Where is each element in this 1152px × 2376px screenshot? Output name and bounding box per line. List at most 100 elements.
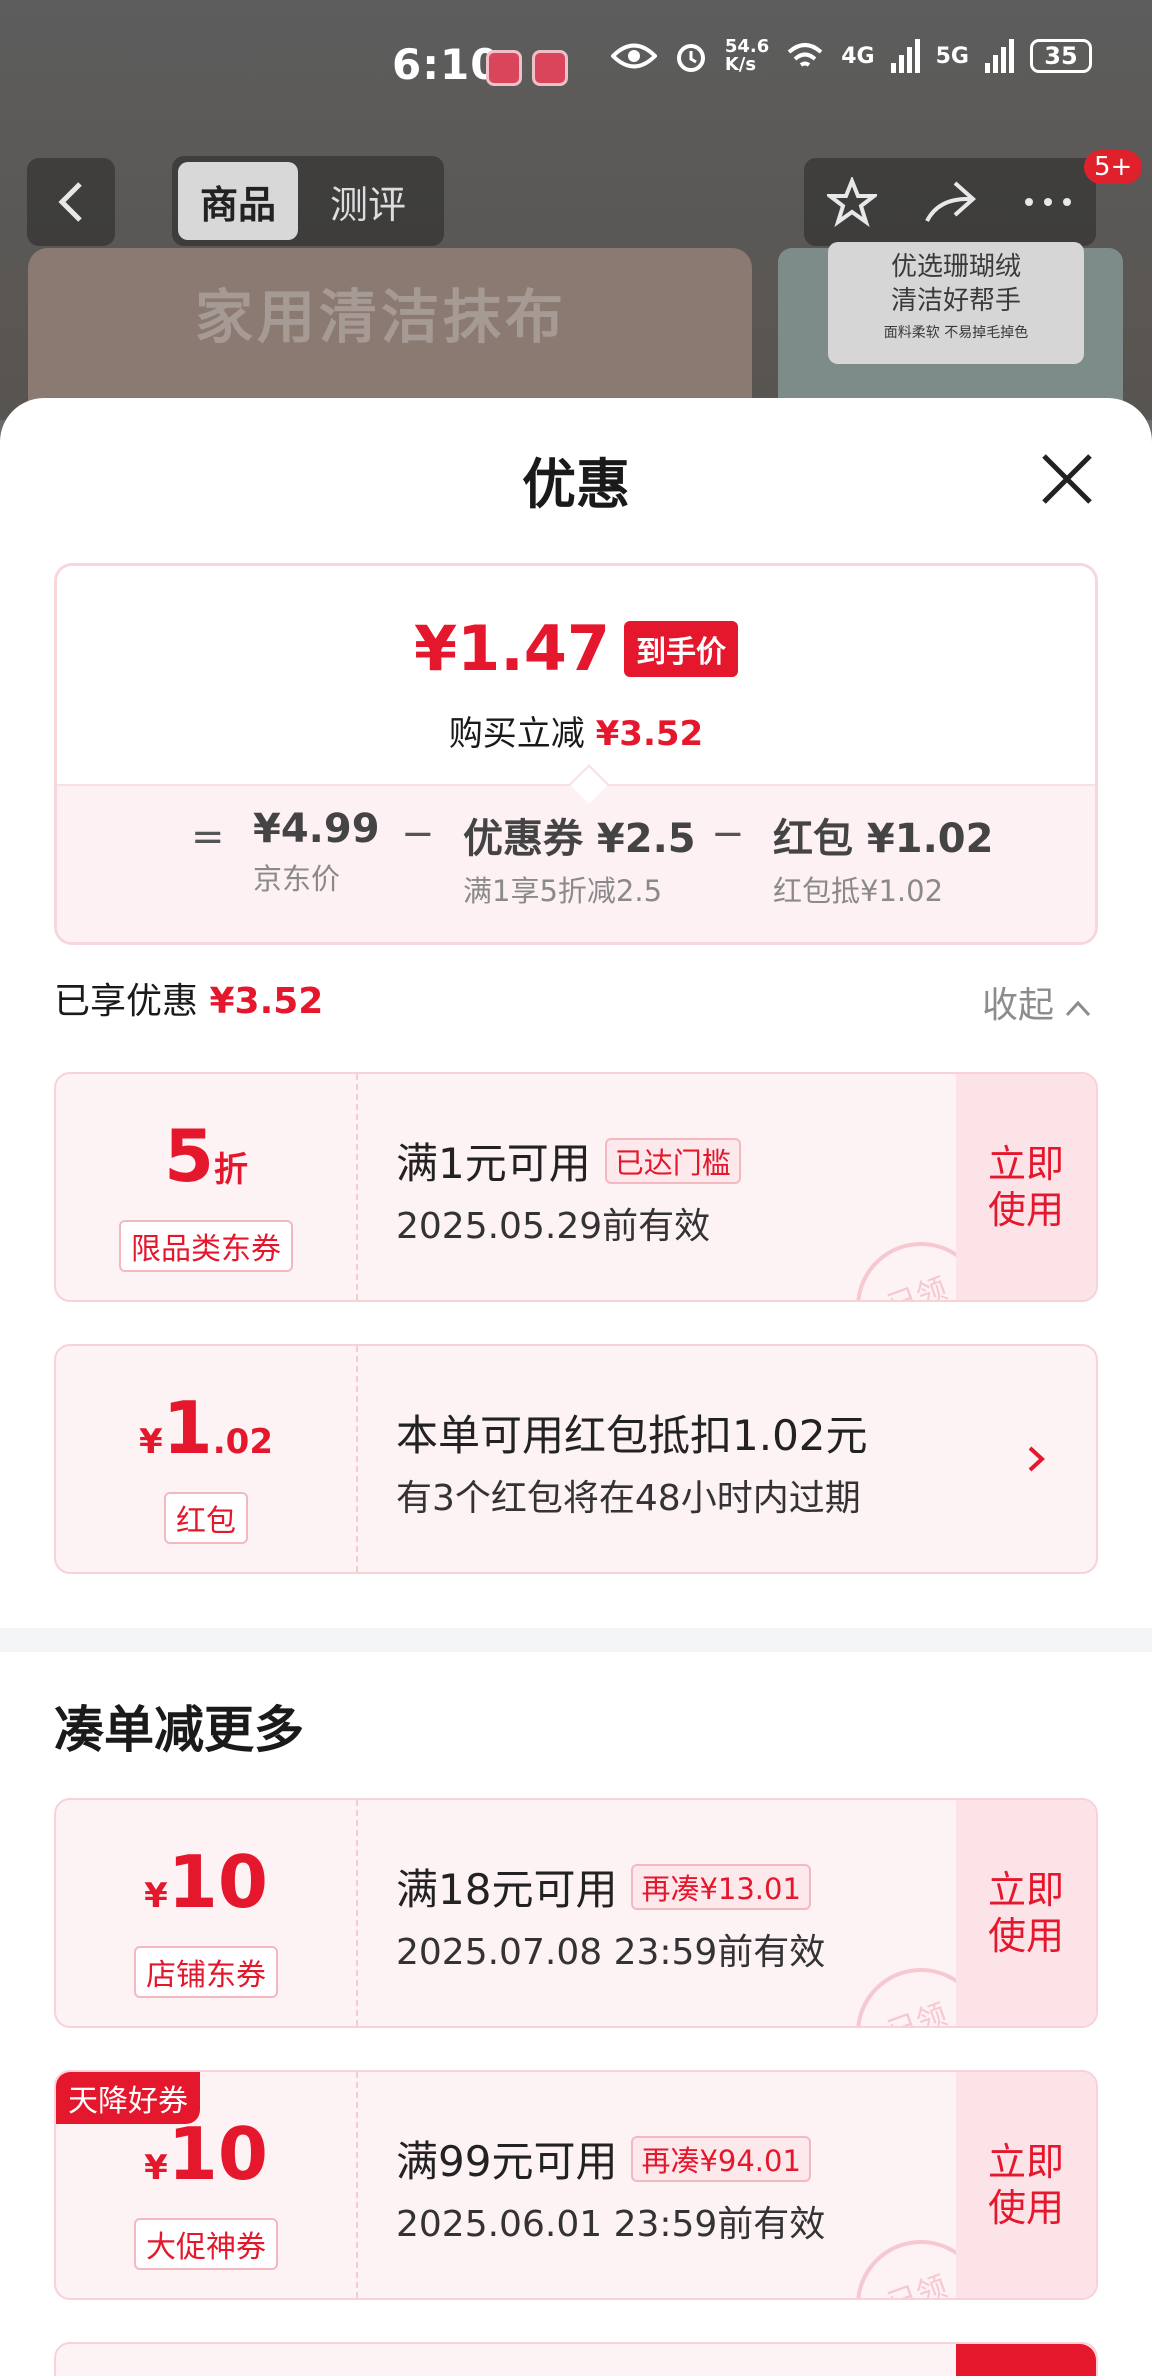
back-button[interactable] [27, 158, 115, 246]
tab-product[interactable]: 商品 [178, 162, 298, 240]
page-tabs: 商品 测评 [172, 156, 444, 246]
coupon-value-big: 10 [167, 1840, 268, 1924]
star-icon[interactable] [827, 177, 877, 227]
coupon-value-area: ¥10 店铺东券 [56, 1800, 356, 2026]
coupon-expiry: 2025.05.29前有效 [396, 1206, 711, 1247]
coupon-value: 5折 [56, 1120, 356, 1212]
jd-price-col: ¥4.99 京东价 [253, 806, 380, 898]
currency-symbol: ¥ [144, 2148, 168, 2188]
coupon-title: 满99元可用 [396, 2137, 618, 2186]
saved-label: 购买立减 [448, 714, 585, 754]
coupon-title-row: 满18元可用 再凑¥13.01 [396, 1856, 825, 1917]
enjoyed-value: ¥3.52 [209, 981, 324, 1022]
minus-sign: − [401, 811, 435, 857]
coupon-divider [356, 2072, 358, 2298]
battery-indicator: 35 [1030, 39, 1092, 73]
coupon-value: ¥10 [56, 2118, 356, 2210]
signal-icon [890, 39, 920, 73]
hongbao-deduction-value: 红包 ¥1.02 [773, 816, 994, 862]
share-icon[interactable] [923, 179, 977, 225]
coupon-divider [356, 1346, 358, 1572]
coupon-info: 满18元可用 再凑¥13.01 2025.07.08 23:59前有效 [396, 1856, 825, 1975]
chevron-left-icon [58, 182, 82, 222]
chevron-right-icon [1028, 1446, 1045, 1472]
coupon-title-row: 满1元可用 已达门槛 [396, 1130, 741, 1191]
coupon-value-small: 折 [214, 1150, 249, 1190]
app-notification-icon [532, 50, 568, 86]
coupon-button-partial [956, 2344, 1096, 2376]
alarm-icon [676, 44, 705, 72]
coupon-value-area: 5折 限品类东券 [56, 1074, 356, 1300]
enjoyed-discount: 已享优惠 ¥3.52 [54, 972, 323, 1024]
coupon-card: ¥10 店铺东券 满18元可用 再凑¥13.01 2025.07.08 23:59… [54, 1798, 1098, 2028]
jd-price-value: ¥4.99 [253, 806, 380, 852]
coupon-deduction-col: 优惠券 ¥2.5 满1享5折减2.5 [463, 806, 696, 910]
coupon-title: 本单可用红包抵扣1.02元 [396, 1411, 868, 1460]
status-indicators: 54.6 K/s 4G 5G 35 [610, 36, 1092, 75]
section-divider [0, 1628, 1152, 1652]
close-icon[interactable] [1040, 452, 1094, 506]
action-group [804, 158, 1096, 246]
saved-value: ¥3.52 [595, 714, 704, 754]
coupon-deduction-label: 满1享5折减2.5 [463, 874, 663, 908]
coupon-info: 本单可用红包抵扣1.02元 有3个红包将在48小时内过期 [396, 1402, 868, 1521]
use-now-button[interactable]: 立即 使用 [956, 1800, 1096, 2026]
coupon-status-pill: 再凑¥94.01 [631, 2135, 811, 2182]
eye-icon [610, 43, 657, 69]
enjoyed-label: 已享优惠 [54, 981, 199, 1022]
app-notification-icon [486, 50, 522, 86]
coupon-card: 5折 限品类东券 满1元可用 已达门槛 2025.05.29前有效 已领 立即 使… [54, 1072, 1098, 1302]
coupon-divider [356, 1800, 358, 2026]
status-time: 6:10 [392, 40, 501, 89]
use-now-button[interactable]: 立即 使用 [956, 2072, 1096, 2298]
signal-icon [985, 39, 1014, 73]
coupon-value-area: ¥10 大促神券 [56, 2072, 356, 2298]
coupon-title-row: 满99元可用 再凑¥94.01 [396, 2128, 825, 2189]
tab-review[interactable]: 测评 [298, 174, 438, 229]
coupon-value-big: 5 [163, 1114, 215, 1198]
price-summary: ¥1.47 到手价 购买立减 ¥3.52 = ¥4.99 京东价 − 优惠券 ¥… [54, 563, 1098, 945]
final-price-row: ¥1.47 到手价 [57, 612, 1095, 685]
thumbnail-line: 优选珊瑚绒 [890, 252, 1021, 282]
coupon-card: 天降好券 ¥10 大促神券 满99元可用 再凑¥94.01 2025.06.01 … [54, 2070, 1098, 2300]
coupon-card-partial [54, 2342, 1098, 2376]
sheet-title: 优惠 [522, 453, 630, 516]
coupon-type: 限品类东券 [119, 1220, 293, 1272]
network-type-2: 5G [935, 43, 969, 69]
coupon-type: 大促神券 [134, 2218, 278, 2270]
hongbao-card[interactable]: ¥1.02 红包 本单可用红包抵扣1.02元 有3个红包将在48小时内过期 [54, 1344, 1098, 1574]
coupon-value-small: .02 [212, 1422, 273, 1462]
coupon-type: 店铺东券 [134, 1946, 278, 1998]
coupon-value-area: ¥1.02 红包 [56, 1346, 356, 1572]
coupon-value-big: 1 [162, 1386, 213, 1470]
discount-sheet: 优惠 ¥1.47 到手价 购买立减 ¥3.52 = ¥4.99 京东价 − 优惠… [0, 398, 1152, 2376]
coupon-expiry: 2025.07.08 23:59前有效 [396, 1932, 826, 1973]
hongbao-deduction-label: 红包抵¥1.02 [773, 874, 944, 908]
banner-title: 家用清洁抹布 [195, 283, 568, 351]
jd-price-label: 京东价 [253, 862, 341, 896]
coupon-value: ¥1.02 [56, 1392, 356, 1484]
coupon-type: 红包 [164, 1492, 248, 1544]
coupon-deduction-value: 优惠券 ¥2.5 [463, 816, 696, 862]
hongbao-deduction-col: 红包 ¥1.02 红包抵¥1.02 [773, 806, 993, 910]
currency-symbol: ¥ [138, 1422, 163, 1462]
equals-sign: = [191, 814, 225, 860]
coupon-expiry: 2025.06.01 23:59前有效 [396, 2204, 826, 2245]
minus-sign: − [711, 811, 745, 857]
coupon-info: 满1元可用 已达门槛 2025.05.29前有效 [396, 1130, 741, 1249]
coupon-value-big: 10 [167, 2112, 268, 2196]
network-type-1: 4G [841, 43, 875, 69]
use-now-button[interactable]: 立即 使用 [956, 1074, 1096, 1300]
chevron-up-icon [1066, 1000, 1091, 1017]
wifi-icon [787, 43, 823, 67]
saved-row: 购买立减 ¥3.52 [57, 706, 1095, 755]
network-speed: 54.6 K/s [724, 36, 770, 75]
collapse-button[interactable]: 收起 [982, 976, 1091, 1028]
status-bar: 6:10 54.6 K/s 4G 5G 35 [0, 0, 1152, 135]
coupon-expiry: 有3个红包将在48小时内过期 [396, 1478, 861, 1519]
thumbnail-line: 清洁好帮手 [890, 286, 1021, 316]
more-icon[interactable] [1023, 196, 1073, 208]
coupon-divider [356, 1074, 358, 1300]
collapse-label: 收起 [982, 985, 1055, 1026]
coupon-info: 满99元可用 再凑¥94.01 2025.06.01 23:59前有效 [396, 2128, 825, 2247]
